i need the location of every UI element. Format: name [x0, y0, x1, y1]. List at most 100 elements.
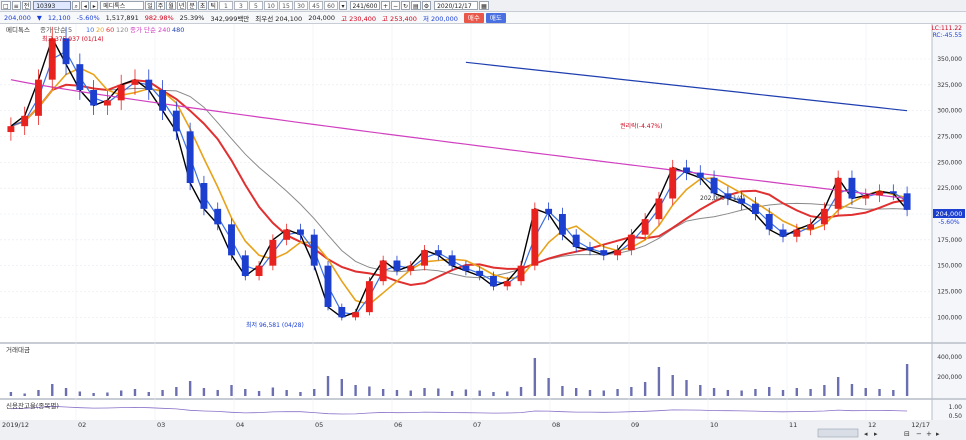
buy-button[interactable]: 매수: [463, 12, 484, 23]
price-tick-label: 175,000: [937, 237, 962, 244]
candle-body: [90, 90, 98, 106]
period-15[interactable]: 15: [278, 1, 293, 10]
volume-bar: [354, 385, 357, 396]
period-3[interactable]: 3: [233, 1, 248, 10]
volume-bar: [850, 384, 854, 396]
zoom-out-icon[interactable]: −: [390, 1, 401, 10]
candle-body: [48, 38, 56, 80]
candle-body: [379, 260, 387, 282]
price-tick-label: 350,000: [937, 56, 962, 63]
calendar-icon[interactable]: ▦: [479, 1, 489, 10]
volume-bar: [533, 358, 537, 396]
gear-icon[interactable]: ⚙: [421, 1, 432, 10]
refresh-icon[interactable]: ↻: [401, 1, 411, 10]
stock-code-input[interactable]: 10393: [33, 1, 72, 10]
price-tick-label: 300,000: [937, 108, 962, 115]
volume-bar: [685, 380, 688, 396]
zoom-plus-icon[interactable]: +: [926, 430, 932, 438]
quote-bar: 204,000 ▼ 12,100 -5.60% 1,517,891 982.98…: [0, 12, 966, 24]
period-30[interactable]: 30: [293, 1, 308, 10]
volume-bar: [699, 385, 702, 396]
x-axis-label: 11: [789, 421, 797, 429]
candle-body: [627, 234, 635, 251]
sell-button[interactable]: 매도: [485, 12, 506, 23]
volume-bar: [616, 389, 619, 396]
stock-chart[interactable]: 350,000 325,000 300,000 275,000 250,000 225,0…: [0, 24, 966, 440]
candle-body: [834, 177, 842, 209]
volume-bar: [106, 392, 109, 396]
candle-body: [765, 214, 773, 230]
view-button[interactable]: 전: [21, 1, 32, 10]
period-day-button[interactable]: 일: [145, 1, 155, 10]
period-settings-button[interactable]: ▾: [338, 1, 347, 10]
volume-bar: [147, 392, 150, 396]
horizontal-scrollbar[interactable]: [817, 428, 859, 438]
price-change-pct: -5.60%: [76, 13, 100, 22]
volume-axis-bg: [932, 344, 966, 398]
period-week-button[interactable]: 주: [155, 1, 166, 10]
scroll-left-icon[interactable]: ◂: [864, 430, 868, 438]
x-axis-label: 06: [394, 421, 402, 429]
volume-bar: [836, 377, 840, 396]
next-stock-button[interactable]: ▸: [90, 1, 99, 10]
zoom-reset-icon[interactable]: ⊟: [904, 430, 910, 438]
legend-ma480: 480: [172, 26, 184, 34]
volume-bar: [216, 390, 219, 396]
credit-panel-title: 신용잔고율(종목별): [6, 401, 59, 410]
volume-bars: [9, 358, 909, 396]
period-t-button[interactable]: 틱: [208, 1, 218, 10]
menu-button[interactable]: ≡: [11, 1, 21, 10]
print-icon[interactable]: ▤: [411, 1, 421, 10]
period-45[interactable]: 45: [308, 1, 323, 10]
volume-bar: [602, 390, 605, 396]
candle-body: [310, 234, 318, 266]
scroll-right-icon[interactable]: ▸: [874, 430, 878, 438]
candle-body: [324, 265, 332, 307]
period-tick-button[interactable]: 초: [197, 1, 208, 10]
period-year-button[interactable]: 년: [176, 1, 187, 10]
candle-body: [117, 84, 125, 101]
period-60[interactable]: 60: [323, 1, 338, 10]
period-10[interactable]: 10: [263, 1, 278, 10]
volume-bar: [712, 388, 716, 396]
price-tick-label: 150,000: [937, 263, 962, 270]
candle-body: [503, 281, 511, 287]
x-axis-label: 03: [157, 421, 165, 429]
candle-body: [641, 219, 649, 235]
candle-body: [421, 250, 428, 266]
candle-body: [214, 208, 222, 225]
candle-body: [793, 229, 801, 237]
open-price: 204,000: [308, 13, 336, 22]
volume-bar: [437, 388, 440, 396]
prev-stock-button[interactable]: ◂: [81, 1, 90, 10]
candle-body: [407, 265, 415, 271]
layout-button[interactable]: □: [1, 1, 11, 10]
candle-body: [820, 208, 828, 225]
x-axis-label: 02: [78, 421, 86, 429]
volume-bar: [864, 388, 867, 396]
period-5[interactable]: 5: [248, 1, 263, 10]
period-month-button[interactable]: 월: [166, 1, 176, 10]
price-tick-label: 100,000: [937, 314, 962, 321]
high-price: 고 230,400: [341, 14, 377, 23]
search-icon[interactable]: ⌕: [72, 1, 81, 10]
period-1[interactable]: 1: [218, 1, 233, 10]
date-input[interactable]: 2020/12/17: [434, 1, 479, 10]
data-count-input[interactable]: 241/600: [349, 1, 380, 10]
volume-bar: [161, 390, 164, 396]
zoom-in-icon[interactable]: +: [380, 1, 390, 10]
annotation-low: 최저 96,581 (04/28): [246, 321, 304, 329]
price-panel-bg: [0, 24, 932, 342]
period-minute-button[interactable]: 분: [187, 1, 197, 10]
zoom-minus-icon[interactable]: −: [916, 430, 922, 438]
candle-body: [531, 208, 539, 266]
x-axis-label: 08: [552, 421, 560, 429]
candle-body: [200, 183, 208, 209]
volume-bar: [492, 392, 495, 396]
x-axis-label: 10: [710, 421, 718, 429]
candle-body: [572, 234, 580, 248]
goto-end-icon[interactable]: ▸: [936, 430, 940, 438]
x-axis-label: 2019/12: [2, 421, 29, 429]
credit-tick-1: 1.00: [949, 404, 963, 411]
volume-bar: [740, 390, 743, 396]
